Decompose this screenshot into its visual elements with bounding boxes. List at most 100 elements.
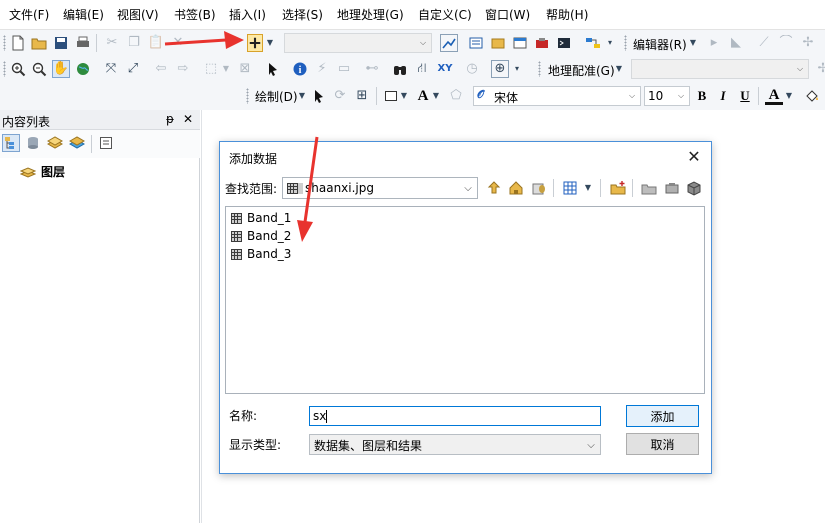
fill-color-bucket-icon[interactable]: [803, 87, 821, 105]
trace-icon[interactable]: ✢: [799, 34, 817, 52]
options-icon[interactable]: [97, 134, 115, 152]
cancel-button[interactable]: 取消: [626, 433, 699, 455]
save-icon[interactable]: [52, 34, 70, 52]
edit-tool-icon[interactable]: ▸: [705, 34, 723, 52]
editor-dropdown-icon[interactable]: ▼: [689, 34, 697, 52]
measure-icon[interactable]: ⊷: [363, 60, 381, 78]
text-dropdown-icon[interactable]: ▼: [432, 87, 440, 105]
go-back-icon[interactable]: ⇦: [152, 60, 170, 78]
pin-icon[interactable]: ᵽ: [166, 112, 174, 126]
drawing-dropdown-icon[interactable]: ▼: [298, 87, 306, 105]
table-of-contents-icon[interactable]: [467, 34, 485, 52]
new-document-icon[interactable]: [9, 34, 27, 52]
arctoolbox-icon[interactable]: [533, 34, 551, 52]
select-elements-icon[interactable]: [310, 87, 328, 105]
new-folder-icon[interactable]: [609, 179, 627, 197]
georeferencing-menu[interactable]: 地理配准(G): [548, 62, 615, 79]
database-icon[interactable]: [685, 179, 703, 197]
add-data-dropdown-icon[interactable]: ▼: [264, 34, 276, 52]
menu-edit[interactable]: 编辑(E): [63, 8, 104, 22]
toolbar-grip[interactable]: [3, 35, 6, 51]
menu-help[interactable]: 帮助(H): [546, 8, 588, 22]
menu-windows[interactable]: 窗口(W): [485, 8, 530, 22]
go-to-xy-icon[interactable]: XY: [436, 60, 454, 78]
fixed-zoom-out-icon[interactable]: ⤢: [124, 60, 142, 78]
zoom-out-icon[interactable]: [30, 60, 48, 78]
name-input[interactable]: sx: [309, 406, 601, 426]
add-data-icon[interactable]: [247, 34, 263, 52]
rectangle-dropdown-icon[interactable]: ▼: [400, 87, 408, 105]
list-by-source-icon[interactable]: [24, 134, 42, 152]
html-popup-icon[interactable]: ▭: [335, 60, 353, 78]
georef-dropdown-icon[interactable]: ▼: [615, 60, 623, 78]
full-extent-globe-icon[interactable]: [74, 60, 92, 78]
open-folder-icon[interactable]: [30, 34, 48, 52]
up-one-level-icon[interactable]: [485, 179, 503, 197]
paste-icon[interactable]: 📋: [147, 34, 165, 52]
toolbar-grip[interactable]: [538, 61, 541, 77]
toolbar-overflow-icon[interactable]: ▾: [512, 60, 522, 78]
pan-hand-icon[interactable]: ✋: [52, 60, 70, 78]
list-by-visibility-icon[interactable]: [46, 134, 64, 152]
map-scale-combo[interactable]: ⌵: [284, 33, 432, 53]
toolbar-grip[interactable]: [624, 35, 627, 51]
connect-to-folder-icon[interactable]: [530, 179, 548, 197]
font-size-combo[interactable]: 10 ⌵: [644, 86, 690, 106]
menu-bookmarks[interactable]: 书签(B): [174, 8, 216, 22]
search-window-icon[interactable]: [511, 34, 529, 52]
delete-icon[interactable]: ✕: [169, 34, 187, 52]
go-forward-icon[interactable]: ⇨: [174, 60, 192, 78]
bold-button[interactable]: B: [693, 87, 711, 105]
list-view-icon[interactable]: [561, 179, 579, 197]
python-window-icon[interactable]: [555, 34, 573, 52]
select-elements-arrow-icon[interactable]: [264, 60, 282, 78]
close-icon[interactable]: ✕: [183, 112, 193, 126]
copy-icon[interactable]: ❐: [125, 34, 143, 52]
toolbox-icon[interactable]: [663, 179, 681, 197]
edit-vertices-icon[interactable]: ⬠: [447, 87, 465, 105]
end-point-arc-icon[interactable]: ⌒: [777, 34, 795, 52]
menu-customize[interactable]: 自定义(C): [418, 8, 472, 22]
fixed-zoom-in-icon[interactable]: ⤧: [102, 60, 120, 78]
time-slider-icon[interactable]: ◷: [463, 60, 481, 78]
toolbar-overflow-icon[interactable]: ▾: [605, 34, 615, 52]
font-color-dropdown-icon[interactable]: ▼: [785, 87, 793, 105]
editor-menu[interactable]: 编辑器(R): [633, 36, 687, 53]
list-item[interactable]: Band_3: [231, 246, 291, 262]
zoom-in-icon[interactable]: [9, 60, 27, 78]
zoom-to-selected-elements-icon[interactable]: ⊞: [353, 87, 371, 105]
select-features-icon[interactable]: ⬚: [202, 60, 220, 78]
menu-view[interactable]: 视图(V): [117, 8, 159, 22]
italic-button[interactable]: I: [714, 87, 732, 105]
look-in-combo[interactable]: shaanxi.jpg ⌵: [282, 177, 478, 199]
editor-toolbar-icon[interactable]: [440, 34, 458, 52]
view-dropdown-icon[interactable]: ▼: [583, 179, 593, 197]
cut-icon[interactable]: ✂: [103, 34, 121, 52]
underline-button[interactable]: U: [736, 87, 754, 105]
drawing-menu[interactable]: 绘制(D): [255, 88, 298, 105]
show-of-type-combo[interactable]: 数据集、图层和结果 ⌵: [309, 434, 601, 455]
list-by-selection-icon[interactable]: [68, 134, 86, 152]
find-binoculars-icon[interactable]: [391, 60, 409, 78]
toolbar-grip[interactable]: [3, 61, 6, 77]
rotate-icon[interactable]: ⟳: [331, 87, 349, 105]
toolbar-grip[interactable]: [246, 88, 249, 104]
hyperlink-icon[interactable]: ⚡: [313, 60, 331, 78]
list-by-drawing-order-icon[interactable]: [2, 134, 20, 152]
select-dropdown-icon[interactable]: ▼: [222, 60, 230, 78]
catalog-folder-icon[interactable]: [640, 179, 658, 197]
catalog-icon[interactable]: [489, 34, 507, 52]
create-viewer-window-icon[interactable]: ⊕: [491, 60, 509, 78]
menu-insert[interactable]: 插入(I): [229, 8, 266, 22]
model-builder-icon[interactable]: [584, 34, 602, 52]
list-item[interactable]: Band_1: [231, 210, 291, 226]
straight-segment-icon[interactable]: ⟋: [755, 34, 773, 52]
georef-layer-combo[interactable]: ⌵: [631, 59, 809, 79]
menu-file[interactable]: 文件(F): [9, 8, 49, 22]
find-route-icon[interactable]: ⛙: [413, 60, 431, 78]
font-color-icon[interactable]: A: [765, 87, 783, 105]
list-item[interactable]: Band_2: [231, 228, 291, 244]
text-tool-icon[interactable]: A: [414, 87, 432, 105]
dialog-close-icon[interactable]: ✕: [677, 142, 711, 170]
home-folder-icon[interactable]: [507, 179, 525, 197]
